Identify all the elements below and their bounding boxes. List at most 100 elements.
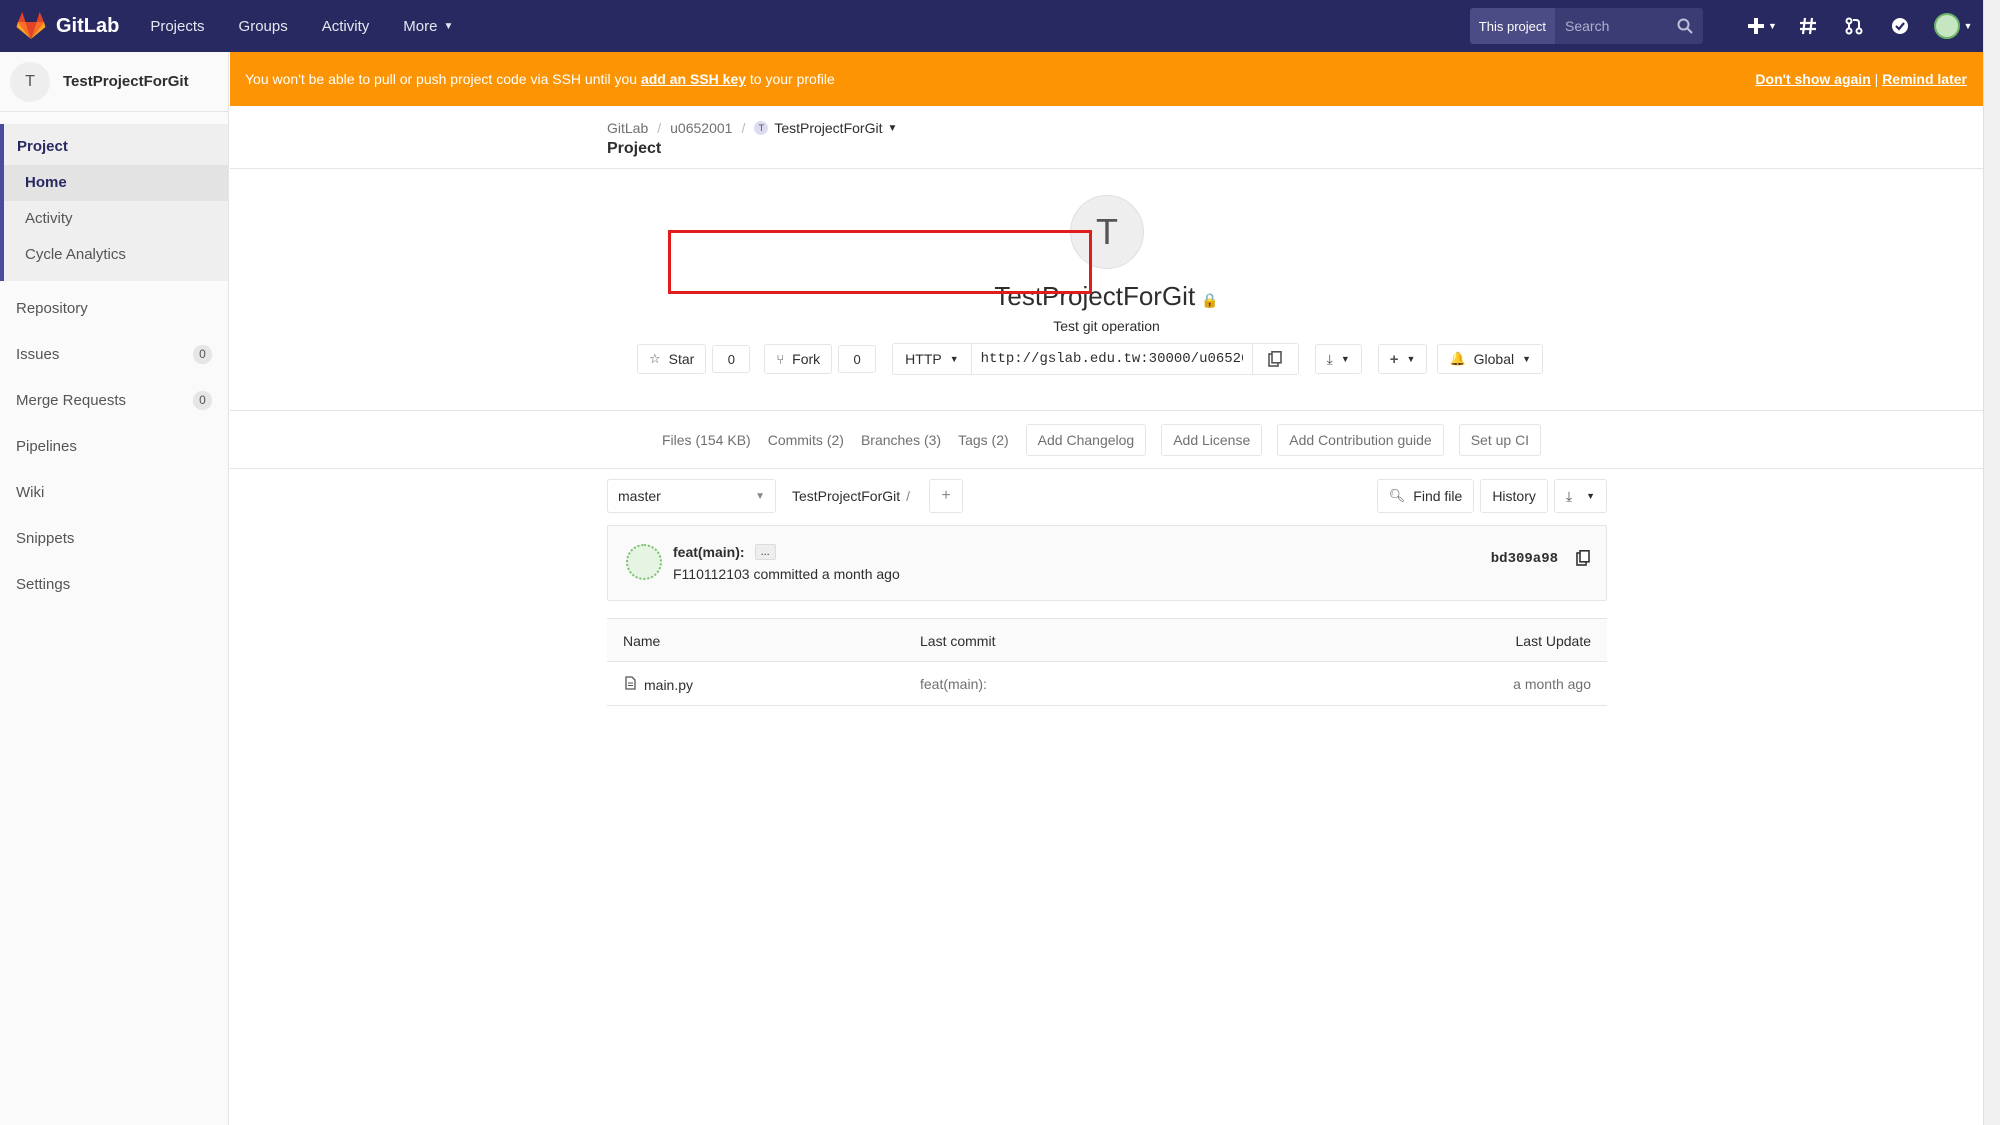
download-icon: ⤓: [1326, 350, 1333, 367]
sidebar-item-settings[interactable]: Settings: [0, 561, 228, 607]
alert-separator: |: [1874, 71, 1879, 87]
history-button[interactable]: History: [1480, 479, 1548, 513]
add-changelog-button[interactable]: Add Changelog: [1025, 423, 1147, 456]
brand-name: GitLab: [56, 14, 120, 37]
new-item-dropdown[interactable]: ▼: [1739, 0, 1785, 52]
chevron-down-icon: ▼: [949, 354, 959, 364]
nav-more-dropdown[interactable]: More ▼: [386, 18, 470, 35]
copy-sha-button[interactable]: [1576, 550, 1590, 571]
stat-branches[interactable]: Branches (3): [861, 432, 941, 448]
gitlab-home-link[interactable]: GitLab: [16, 12, 119, 40]
sidebar-item-home[interactable]: Home: [4, 165, 228, 201]
tree-controls: master ▼ TestProjectForGit / + 🔍︎ Find file…: [607, 479, 1607, 515]
project-avatar-small: T: [754, 121, 769, 135]
user-menu-dropdown[interactable]: ▼: [1923, 0, 1983, 52]
file-link[interactable]: main.py: [625, 676, 693, 693]
fork-count[interactable]: 0: [838, 345, 877, 373]
nav-activity[interactable]: Activity: [305, 18, 387, 35]
add-ssh-key-link[interactable]: add an SSH key: [641, 71, 746, 87]
merge-requests-count-badge: 0: [193, 390, 212, 410]
breadcrumb-gitlab[interactable]: GitLab: [607, 120, 648, 136]
add-license-button[interactable]: Add License: [1161, 423, 1263, 456]
nav-groups[interactable]: Groups: [222, 18, 305, 35]
tree-path-separator: /: [906, 488, 911, 504]
bell-icon: 🔔: [1449, 351, 1466, 366]
breadcrumb-project[interactable]: T TestProjectForGit ▼: [754, 120, 897, 136]
file-tree-table: Name Last commit Last Update main.py fea…: [607, 618, 1607, 706]
clone-protocol-dropdown[interactable]: HTTP ▼: [893, 344, 972, 374]
clone-protocol-label: HTTP: [905, 351, 942, 367]
stat-commits[interactable]: Commits (2): [768, 432, 844, 448]
sidebar-item-wiki[interactable]: Wiki: [0, 469, 228, 515]
commit-title-link[interactable]: feat(main):: [673, 544, 745, 560]
search-icon: [1677, 18, 1693, 34]
alert-text: You won't be able to pull or push projec…: [245, 71, 641, 87]
branch-select[interactable]: master ▼: [607, 479, 776, 513]
tree-download-dropdown[interactable]: ⤓ ▼: [1553, 479, 1607, 513]
nav-projects[interactable]: Projects: [133, 18, 221, 35]
snippets-link[interactable]: [1785, 0, 1831, 52]
tree-path-root[interactable]: TestProjectForGit: [792, 488, 900, 504]
remind-later-link[interactable]: Remind later: [1882, 71, 1967, 87]
page-title: Project: [607, 140, 662, 157]
sidebar-project-header[interactable]: T TestProjectForGit: [0, 52, 228, 112]
add-contribution-guide-button[interactable]: Add Contribution guide: [1277, 423, 1444, 456]
clipboard-icon: [1268, 351, 1282, 367]
download-dropdown[interactable]: ⤓ ▼: [1314, 344, 1362, 374]
sidebar-item-snippets[interactable]: Snippets: [0, 515, 228, 561]
nav-projects-label: Projects: [150, 17, 205, 35]
sidebar-item-cycle-analytics[interactable]: Cycle Analytics: [4, 237, 228, 273]
ssh-key-alert: You won't be able to pull or push projec…: [230, 52, 1983, 106]
dont-show-again-link[interactable]: Don't show again: [1755, 71, 1870, 87]
clone-url-group: HTTP ▼: [892, 343, 1299, 375]
file-last-commit[interactable]: feat(main):: [920, 676, 987, 692]
sidebar-item-pipelines[interactable]: Pipelines: [0, 423, 228, 469]
project-stats-bar: Files (154 KB) Commits (2) Branches (3) …: [230, 411, 1983, 469]
chevron-down-icon: ▼: [1963, 21, 1973, 31]
star-button[interactable]: ☆ Star: [637, 344, 707, 374]
breadcrumb-user[interactable]: u0652001: [670, 120, 732, 136]
fork-button[interactable]: ⑂ Fork: [764, 344, 833, 374]
clone-url-input[interactable]: [971, 344, 1252, 374]
tree-path: TestProjectForGit /: [792, 488, 910, 504]
sidebar-item-issues[interactable]: Issues 0: [0, 331, 228, 377]
nav-activity-label: Activity: [321, 17, 370, 35]
set-up-ci-button[interactable]: Set up CI: [1458, 423, 1542, 456]
commit-author-avatar[interactable]: [626, 544, 662, 580]
main-content: You won't be able to pull or push projec…: [230, 52, 1983, 1125]
copy-url-button[interactable]: [1251, 344, 1298, 374]
fork-label: Fork: [792, 351, 821, 367]
page-scrollbar[interactable]: [1983, 0, 2000, 1125]
add-to-tree-button[interactable]: +: [929, 479, 963, 513]
sidebar-item-label: Snippets: [16, 529, 75, 547]
commit-sha[interactable]: bd309a98: [1491, 551, 1558, 567]
project-title: TestProjectForGit 🔒: [230, 281, 1983, 312]
sidebar-item-repository[interactable]: Repository: [0, 285, 228, 331]
table-header: Name Last commit Last Update: [607, 618, 1607, 662]
file-last-update: a month ago: [1513, 676, 1591, 692]
sidebar-item-activity[interactable]: Activity: [4, 201, 228, 237]
file-icon: [625, 676, 636, 693]
plus-icon: +: [1389, 350, 1399, 368]
sidebar-item-label: Settings: [16, 575, 71, 593]
sidebar-item-merge-requests[interactable]: Merge Requests 0: [0, 377, 228, 423]
merge-requests-link[interactable]: [1831, 0, 1877, 52]
stat-tags[interactable]: Tags (2): [958, 432, 1009, 448]
sidebar-item-label: Pipelines: [16, 437, 77, 455]
sidebar-item-label: Repository: [16, 299, 88, 317]
sidebar-item-project[interactable]: Project: [4, 124, 228, 165]
commit-expand-button[interactable]: ...: [754, 544, 776, 560]
find-file-button[interactable]: 🔍︎ Find file: [1376, 479, 1475, 513]
stat-files[interactable]: Files (154 KB): [662, 432, 751, 448]
notification-dropdown[interactable]: 🔔 Global ▼: [1437, 344, 1544, 374]
star-count[interactable]: 0: [712, 345, 751, 373]
last-commit-panel: feat(main):... F110112103 committed a mo…: [607, 525, 1607, 601]
plus-icon: [1748, 18, 1765, 34]
star-icon: ☆: [649, 351, 661, 366]
project-home-panel: T TestProjectForGit 🔒 Test git operation …: [230, 169, 1983, 411]
search-scope-label[interactable]: This project: [1469, 8, 1555, 44]
add-dropdown[interactable]: + ▼: [1377, 344, 1428, 374]
find-file-label: Find file: [1413, 488, 1463, 504]
column-last-update: Last Update: [1515, 633, 1592, 649]
todos-link[interactable]: [1877, 0, 1923, 52]
